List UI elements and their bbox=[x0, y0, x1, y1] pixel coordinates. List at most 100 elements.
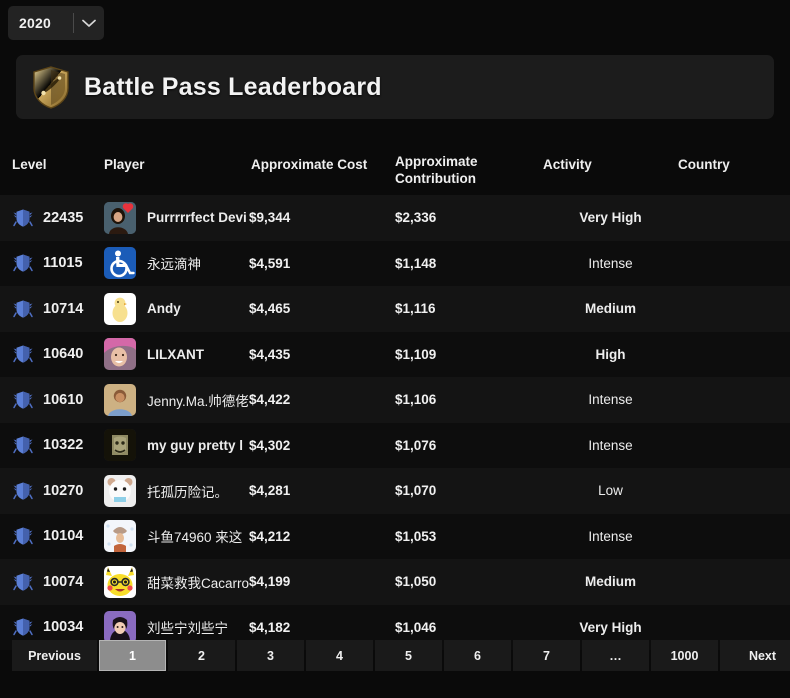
cell-activity: Intense bbox=[543, 392, 678, 407]
cost-value: $4,199 bbox=[249, 574, 291, 590]
cell-level: 10074 bbox=[0, 571, 104, 593]
cell-activity: Low bbox=[543, 483, 678, 498]
cost-value: $4,302 bbox=[249, 437, 291, 453]
cell-level: 10034 bbox=[0, 616, 104, 638]
pagination-page-button[interactable]: 5 bbox=[375, 640, 442, 671]
column-header-contribution-line2: Contribution bbox=[395, 171, 476, 186]
level-value: 10074 bbox=[43, 573, 84, 590]
cell-activity: High bbox=[543, 347, 678, 362]
contribution-value: $1,109 bbox=[395, 346, 437, 362]
cell-cost: $4,212 bbox=[249, 529, 395, 544]
level-value: 11015 bbox=[43, 255, 83, 272]
level-badge-icon bbox=[12, 389, 34, 411]
player-name: LILXANT bbox=[147, 346, 204, 362]
pagination-page-button[interactable]: 1000 bbox=[651, 640, 718, 671]
cell-player: 甜菜救我Cacarrot bbox=[104, 565, 249, 598]
cost-value: $4,212 bbox=[249, 528, 291, 544]
table-header-row: Level Player Approximate Cost Approximat… bbox=[0, 133, 790, 195]
table-row[interactable]: 10610 Jenny.Ma.帅德佬 $4,422 $1,106 Intense bbox=[0, 377, 790, 423]
cell-contribution: $1,050 bbox=[395, 574, 543, 589]
cell-cost: $4,465 bbox=[249, 301, 395, 316]
table-row[interactable]: 10074 甜菜救我Cacarrot $4,199 $1,050 Medium bbox=[0, 559, 790, 605]
cell-level: 10640 bbox=[0, 343, 104, 365]
level-badge-icon bbox=[12, 480, 34, 502]
level-badge-icon bbox=[12, 252, 34, 274]
avatar bbox=[104, 520, 136, 553]
cell-cost: $4,182 bbox=[249, 620, 395, 635]
cost-value: $4,422 bbox=[249, 392, 291, 408]
contribution-value: $1,050 bbox=[395, 574, 437, 590]
cell-player: my guy pretty l bbox=[104, 429, 249, 462]
pagination-previous-button[interactable]: Previous bbox=[12, 640, 97, 671]
level-value: 22435 bbox=[43, 209, 84, 226]
cell-level: 22435 bbox=[0, 207, 104, 229]
contribution-value: $1,070 bbox=[395, 483, 437, 499]
pagination: Previous 1 2 3 4 5 6 7… 1000 Next bbox=[12, 640, 790, 671]
column-header-contribution-line1: Approximate bbox=[395, 154, 478, 170]
table-row[interactable]: 22435 Purrrrrfect Devi $9,344 $2,336 Very Hi… bbox=[0, 195, 790, 241]
cell-activity: Medium bbox=[543, 301, 678, 316]
activity-value: Intense bbox=[588, 437, 633, 453]
cell-contribution: $1,148 bbox=[395, 256, 543, 271]
contribution-value: $1,148 bbox=[395, 255, 437, 271]
cell-contribution: $1,070 bbox=[395, 483, 543, 498]
pagination-page-button[interactable]: 1 bbox=[99, 640, 166, 671]
cost-value: $4,182 bbox=[249, 619, 291, 635]
cell-level: 10104 bbox=[0, 525, 104, 547]
column-header-contribution: Approximate Contribution bbox=[395, 140, 543, 188]
gold-shield-icon bbox=[30, 64, 72, 110]
pagination-page-button[interactable]: 4 bbox=[306, 640, 373, 671]
avatar bbox=[104, 611, 136, 644]
pagination-page-button[interactable]: 6 bbox=[444, 640, 511, 671]
level-value: 10104 bbox=[43, 528, 84, 545]
pagination-page-button[interactable]: 2 bbox=[168, 640, 235, 671]
level-value: 10610 bbox=[43, 391, 84, 408]
cell-level: 11015 bbox=[0, 252, 104, 274]
table-row[interactable]: 10640 LILXANT $4,435 $1,109 High bbox=[0, 331, 790, 377]
pagination-next-button[interactable]: Next bbox=[720, 640, 790, 671]
player-name: 斗鱼74960 来这 bbox=[147, 530, 243, 546]
cell-activity: Very High bbox=[543, 620, 678, 635]
column-header-country: Country bbox=[678, 156, 730, 172]
cell-player: 永远滴神 bbox=[104, 247, 249, 280]
table-row[interactable]: 10104 斗鱼74960 来这 $4,212 $1,053 Intense bbox=[0, 513, 790, 559]
level-value: 10034 bbox=[43, 619, 84, 636]
cell-contribution: $1,109 bbox=[395, 347, 543, 362]
level-value: 10322 bbox=[43, 437, 84, 454]
cost-value: $4,465 bbox=[249, 301, 291, 317]
cell-contribution: $2,336 bbox=[395, 210, 543, 225]
column-header-activity: Activity bbox=[543, 156, 592, 172]
cell-level: 10714 bbox=[0, 298, 104, 320]
player-name: my guy pretty l bbox=[147, 437, 244, 453]
activity-value: Very High bbox=[579, 210, 642, 226]
cell-activity: Intense bbox=[543, 529, 678, 544]
player-name: Purrrrrfect Devi bbox=[147, 210, 247, 226]
table-row[interactable]: 11015 永远滴神 $4,591 $1,148 Intense bbox=[0, 240, 790, 286]
cell-player: 托孤历险记。 bbox=[104, 474, 249, 507]
chevron-down-icon[interactable] bbox=[74, 19, 104, 28]
cell-contribution: $1,106 bbox=[395, 392, 543, 407]
level-badge-icon bbox=[12, 434, 34, 456]
pagination-page-button[interactable]: 7 bbox=[513, 640, 580, 671]
page-banner: Battle Pass Leaderboard bbox=[16, 55, 774, 119]
activity-value: Intense bbox=[588, 255, 633, 271]
table-row[interactable]: 10714 Andy $4,465 $1,116 Medium bbox=[0, 286, 790, 332]
player-name: 托孤历险记。 bbox=[147, 484, 228, 500]
player-name: 刘些宁刘些宁 bbox=[147, 621, 228, 637]
contribution-value: $2,336 bbox=[395, 210, 437, 226]
avatar bbox=[104, 292, 136, 325]
pagination-page-button[interactable]: … bbox=[582, 640, 649, 671]
level-badge-icon bbox=[12, 207, 34, 229]
avatar bbox=[104, 201, 136, 234]
table-row[interactable]: 10270 托孤历险记。 $4,281 $1,070 Low bbox=[0, 468, 790, 514]
pagination-page-button[interactable]: 3 bbox=[237, 640, 304, 671]
avatar bbox=[104, 338, 136, 371]
column-header-player: Player bbox=[104, 156, 145, 172]
table-row[interactable]: 10322 my guy pretty l $4,302 $1,076 Intense bbox=[0, 422, 790, 468]
avatar bbox=[104, 474, 136, 507]
level-badge-icon bbox=[12, 616, 34, 638]
year-select[interactable]: 2020 bbox=[8, 6, 104, 40]
player-name: Jenny.Ma.帅德佬 bbox=[147, 393, 249, 409]
cost-value: $9,344 bbox=[249, 210, 291, 226]
cell-contribution: $1,076 bbox=[395, 438, 543, 453]
